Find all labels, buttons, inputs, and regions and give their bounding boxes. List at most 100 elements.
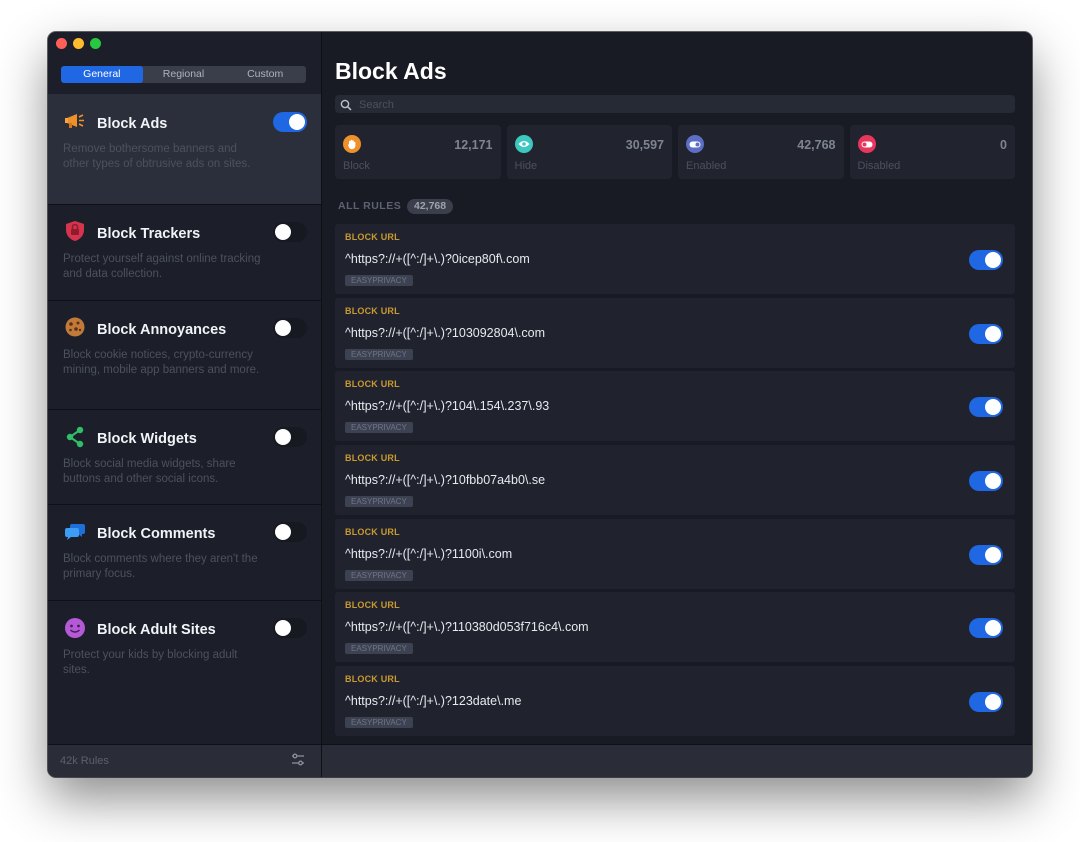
rule-stats: 12,171 Block 30,597 Hide 42,768 Enabled (335, 125, 1015, 179)
rule-pattern: ^https?://+([^:/]+\.)?110380d053f716c4\.… (345, 620, 589, 635)
tab-general[interactable]: General (61, 66, 143, 83)
rule-type: BLOCK URL (345, 600, 400, 611)
megaphone-icon (64, 110, 86, 132)
cookie-icon (64, 316, 86, 338)
toggle-knob (275, 524, 291, 540)
stat-hide[interactable]: 30,597 Hide (506, 125, 672, 179)
shield-icon (64, 220, 86, 242)
category-title: Block Comments (97, 526, 216, 542)
share-icon (64, 426, 86, 448)
rule-type: BLOCK URL (345, 674, 400, 685)
toggle-knob (985, 325, 1001, 342)
block-ads-toggle[interactable] (273, 112, 307, 132)
stat-count: 30,597 (625, 138, 664, 152)
hand-icon (343, 135, 361, 153)
stat-label: Block (343, 160, 370, 172)
rule-toggle[interactable] (969, 618, 1003, 639)
rule-pattern: ^https?://+([^:/]+\.)?104\.154\.237\.93 (345, 399, 550, 414)
sidebar-item-block-ads[interactable]: Block Ads Remove bothersome banners and … (48, 94, 321, 205)
stat-count: 12,171 (454, 138, 493, 152)
all-rules-heading: ALL RULES (338, 200, 402, 212)
rule-pattern: ^https?://+([^:/]+\.)?0icep80f\.com (345, 252, 530, 266)
stat-label: Enabled (686, 160, 727, 172)
toggle-knob (985, 694, 1001, 711)
stat-block[interactable]: 12,171 Block (335, 125, 501, 179)
rule-row[interactable]: BLOCK URL ^https?://+([^:/]+\.)?10309280… (335, 297, 1015, 368)
rule-pattern: ^https?://+([^:/]+\.)?1100i\.com (345, 546, 513, 561)
stat-label: Hide (514, 160, 538, 172)
category-description: Block comments where they aren't the pri… (63, 553, 258, 580)
sidebar-item-block-trackers[interactable]: Block Trackers Protect yourself against … (48, 204, 321, 301)
category-title: Block Widgets (97, 431, 197, 447)
main-footer (322, 744, 1032, 777)
category-description: Block cookie notices, crypto-currency mi… (63, 349, 260, 376)
category-description: Protect your kids by blocking adult site… (63, 649, 238, 676)
block-comments-toggle[interactable] (273, 522, 307, 542)
rule-pattern: ^https?://+([^:/]+\.)?103092804\.com (345, 325, 546, 340)
all-rules-count-badge: 42,768 (407, 199, 454, 214)
sidebar: General Regional Custom Block Ads Remove… (48, 32, 322, 777)
toggle-knob (985, 399, 1001, 416)
category-description: Block social media widgets, share button… (63, 458, 236, 485)
search-icon (340, 98, 352, 116)
rule-toggle[interactable] (969, 323, 1003, 344)
category-tabs: General Regional Custom (61, 66, 306, 83)
stop-icon (857, 135, 876, 153)
rule-type: BLOCK URL (345, 526, 400, 537)
stat-count: 42,768 (797, 138, 836, 152)
block-annoyances-toggle[interactable] (273, 318, 307, 338)
toggle-knob (275, 620, 291, 636)
tab-regional[interactable]: Regional (143, 66, 225, 83)
rule-toggle[interactable] (969, 544, 1003, 565)
stat-disabled[interactable]: 0 Disabled (849, 125, 1015, 179)
chat-bubbles-icon (64, 521, 86, 543)
filter-sliders-icon[interactable] (291, 753, 305, 772)
stat-count: 0 (1000, 138, 1007, 152)
toggle-knob (275, 224, 291, 240)
minimize-window-button[interactable] (73, 38, 84, 49)
toggle-knob (985, 620, 1001, 637)
stat-label: Disabled (857, 160, 901, 172)
sidebar-item-block-widgets[interactable]: Block Widgets Block social media widgets… (48, 409, 321, 505)
rule-toggle[interactable] (969, 250, 1003, 270)
rule-pattern: ^https?://+([^:/]+\.)?123date\.me (345, 694, 522, 709)
rule-row[interactable]: BLOCK URL ^https?://+([^:/]+\.)?110380d0… (335, 592, 1015, 663)
category-title: Block Ads (97, 116, 168, 132)
toggle-knob (289, 114, 305, 130)
rule-toggle[interactable] (969, 471, 1003, 492)
rule-source-tag: EASYPRIVACY (345, 717, 413, 729)
rule-source-tag: EASYPRIVACY (345, 569, 413, 581)
rule-toggle[interactable] (969, 397, 1003, 418)
tab-custom[interactable]: Custom (224, 66, 306, 83)
close-window-button[interactable] (56, 38, 67, 49)
stat-enabled[interactable]: 42,768 Enabled (678, 125, 844, 179)
rule-source-tag: EASYPRIVACY (345, 275, 413, 286)
category-title: Block Adult Sites (97, 622, 216, 638)
zoom-window-button[interactable] (90, 38, 101, 49)
toggle-knob (275, 429, 291, 445)
rule-pattern: ^https?://+([^:/]+\.)?10fbb07a4b0\.se (345, 473, 546, 488)
rule-row[interactable]: BLOCK URL ^https?://+([^:/]+\.)?123date\… (335, 666, 1015, 737)
block-trackers-toggle[interactable] (273, 222, 307, 242)
search-bar[interactable] (335, 95, 1015, 116)
rule-row[interactable]: BLOCK URL ^https?://+([^:/]+\.)?1100i\.c… (335, 518, 1015, 589)
sidebar-item-block-annoyances[interactable]: Block Annoyances Block cookie notices, c… (48, 300, 321, 410)
rule-type: BLOCK URL (345, 232, 400, 242)
window-controls (56, 38, 101, 49)
search-input[interactable] (357, 96, 1001, 114)
smiley-icon (64, 617, 86, 639)
block-adult-sites-toggle[interactable] (273, 618, 307, 638)
category-description: Remove bothersome banners and other type… (63, 143, 251, 170)
toggle-knob (985, 473, 1001, 490)
rule-toggle[interactable] (969, 692, 1003, 713)
toggle-knob (985, 546, 1001, 563)
category-description: Protect yourself against online tracking… (63, 253, 261, 280)
sidebar-item-block-comments[interactable]: Block Comments Block comments where they… (48, 504, 321, 601)
sidebar-item-block-adult-sites[interactable]: Block Adult Sites Protect your kids by b… (48, 600, 321, 696)
rule-row[interactable]: BLOCK URL ^https?://+([^:/]+\.)?10fbb07a… (335, 445, 1015, 516)
block-widgets-toggle[interactable] (273, 427, 307, 447)
rule-row[interactable]: BLOCK URL ^https?://+([^:/]+\.)?0icep80f… (335, 224, 1015, 294)
rules-list: BLOCK URL ^https?://+([^:/]+\.)?0icep80f… (335, 224, 1015, 740)
rule-row[interactable]: BLOCK URL ^https?://+([^:/]+\.)?104\.154… (335, 371, 1015, 442)
toggle-knob (985, 252, 1001, 268)
